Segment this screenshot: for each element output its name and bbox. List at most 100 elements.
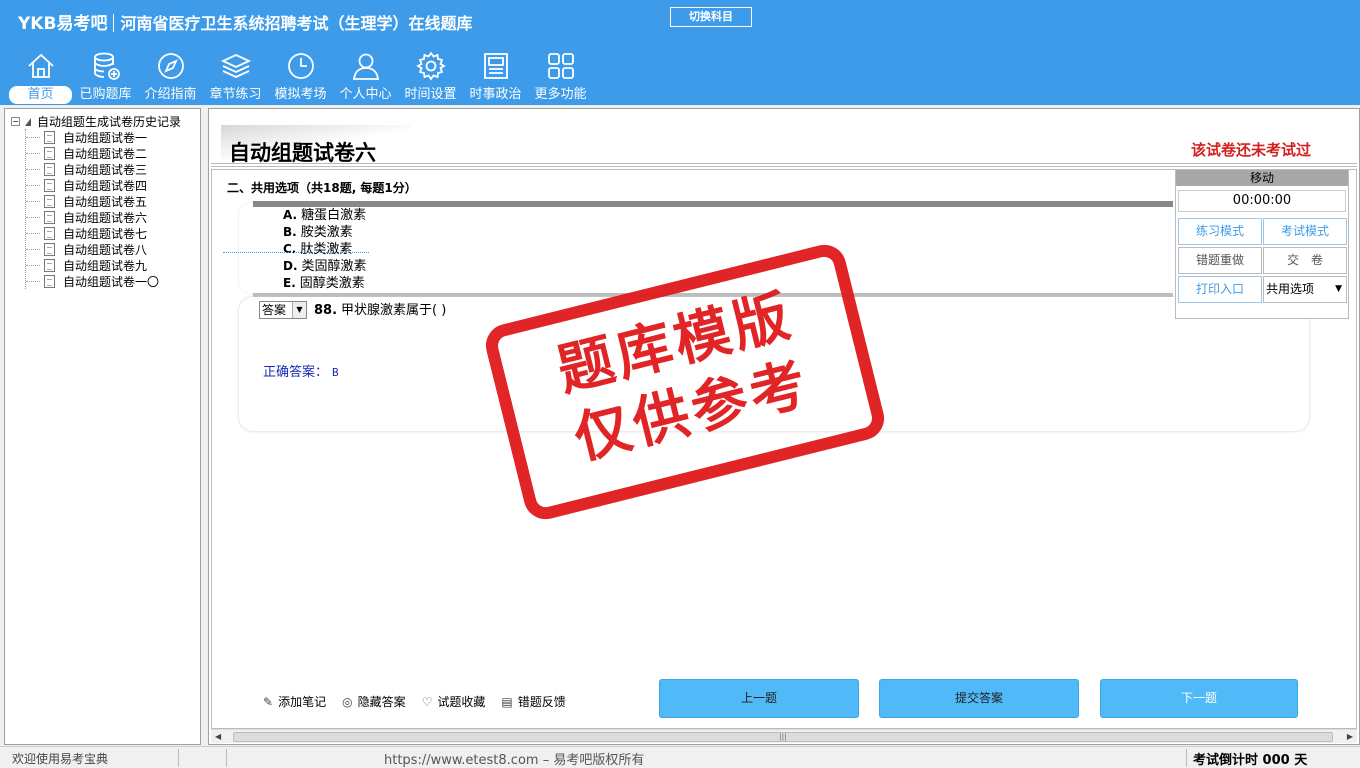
chevron-down-icon: ▼ <box>292 302 306 318</box>
title-divider <box>211 163 1357 167</box>
collapse-icon[interactable]: − <box>11 117 20 126</box>
scrollbar-thumb[interactable]: ||| <box>233 732 1333 742</box>
tree-item-label: 自动组题试卷八 <box>63 242 148 257</box>
tree-item[interactable]: 自动组题试卷三 <box>26 161 159 177</box>
nav-item-more[interactable]: 更多功能 <box>528 48 593 104</box>
tree-arrow-icon <box>25 117 31 126</box>
app-title: 河南省医疗卫生系统招聘考试（生理学）在线题库 <box>120 14 473 33</box>
app-logo: YKB易考吧 <box>18 14 108 34</box>
tool-label: 试题收藏 <box>437 695 486 709</box>
document-icon <box>44 162 55 176</box>
exam-timer: 00:00:00 <box>1178 190 1346 212</box>
document-icon <box>44 274 55 288</box>
tree-root-label: 自动组题生成试卷历史记录 <box>37 115 182 129</box>
tree-item-label: 自动组题试卷二 <box>63 146 148 161</box>
option-item: B. 胺类激素 <box>283 225 353 240</box>
tree-item-label: 自动组题试卷六 <box>63 210 148 225</box>
tool-label: 错题反馈 <box>517 695 566 709</box>
document-icon <box>44 194 55 208</box>
tree-root[interactable]: − 自动组题生成试卷历史记录 <box>11 113 181 130</box>
nav-label: 个人中心 <box>339 87 392 102</box>
correct-answer-label: 正确答案： <box>263 365 329 380</box>
status-separator <box>178 749 179 767</box>
tree-item-selected[interactable]: 自动组题试卷六 <box>26 209 159 225</box>
nav-item-purchased[interactable]: 已购题库 <box>73 48 138 104</box>
question-stem: 甲状腺激素属于( ) <box>341 303 447 318</box>
report-error-button[interactable]: ▤ 错题反馈 <box>501 693 565 710</box>
practice-mode-button[interactable]: 练习模式 <box>1178 218 1262 245</box>
tree-item[interactable]: 自动组题试卷一 <box>26 129 159 145</box>
answer-select-value: 答案 <box>262 303 287 317</box>
tree-item[interactable]: 自动组题试卷四 <box>26 177 159 193</box>
heart-icon: ♡ <box>421 694 433 709</box>
nav-item-chapters[interactable]: 章节练习 <box>203 48 268 104</box>
nav-label: 章节练习 <box>209 87 262 102</box>
nav-label: 时事政治 <box>469 87 522 102</box>
scroll-right-icon[interactable]: ▶ <box>1347 730 1353 744</box>
tree-item[interactable]: 自动组题试卷八 <box>26 241 159 257</box>
favorite-button[interactable]: ♡ 试题收藏 <box>422 693 486 710</box>
document-icon <box>44 146 55 160</box>
home-icon <box>27 53 54 78</box>
tree-item[interactable]: 自动组题试卷五 <box>26 193 159 209</box>
status-bar: 欢迎使用易考宝典 https://www.etest8.com – 易考吧版权所… <box>0 746 1360 768</box>
control-panel-buttons: 练习模式 考试模式 错题重做 交 卷 打印入口 共用选项 ▼ <box>1178 218 1347 303</box>
hide-answer-button[interactable]: ◎ 隐藏答案 <box>342 693 406 710</box>
submit-answer-button[interactable]: 提交答案 <box>879 679 1079 718</box>
tree-item[interactable]: 自动组题试卷二 <box>26 145 159 161</box>
tree-item-label: 自动组题试卷一〇 <box>63 274 160 289</box>
question-type-value: 共用选项 <box>1266 282 1315 296</box>
submit-paper-button[interactable]: 交 卷 <box>1263 247 1347 274</box>
exam-mode-button[interactable]: 考试模式 <box>1263 218 1347 245</box>
question-number: 88. <box>314 303 338 318</box>
tree-item-label: 自动组题试卷五 <box>63 194 148 209</box>
redo-wrong-button[interactable]: 错题重做 <box>1178 247 1262 274</box>
tree-item[interactable]: 自动组题试卷九 <box>26 257 159 273</box>
app-header: YKB易考吧 河南省医疗卫生系统招聘考试（生理学）在线题库 切换科目 首页 已购题… <box>0 0 1360 105</box>
add-note-button[interactable]: ✎ 添加笔记 <box>263 693 326 710</box>
gear-icon <box>415 51 446 81</box>
tree-item-label: 自动组题试卷一 <box>63 130 148 145</box>
panel-divider <box>223 252 369 253</box>
question-type-select[interactable]: 共用选项 ▼ <box>1263 276 1347 303</box>
tree-item-label: 自动组题试卷三 <box>63 162 148 177</box>
nav-item-time-settings[interactable]: 时间设置 <box>398 48 463 104</box>
nav-item-guide[interactable]: 介绍指南 <box>138 48 203 104</box>
next-question-button[interactable]: 下一题 <box>1100 679 1298 718</box>
nav-label: 介绍指南 <box>144 87 197 102</box>
status-separator <box>1186 749 1187 767</box>
pencil-icon: ✎ <box>263 694 274 709</box>
database-icon <box>93 52 120 80</box>
tree-item-label: 自动组题试卷四 <box>63 178 148 193</box>
answer-select[interactable]: 答案 ▼ <box>259 301 307 319</box>
nav-label: 已购题库 <box>79 87 132 102</box>
exam-countdown: 考试倒计时 000 天 <box>1193 753 1308 768</box>
tree-item[interactable]: 自动组题试卷一〇 <box>26 273 159 289</box>
status-separator <box>226 749 227 767</box>
feedback-icon: ▤ <box>501 694 513 709</box>
document-icon <box>44 210 55 224</box>
options-bar <box>253 201 1173 207</box>
grid-icon <box>547 53 574 79</box>
status-welcome: 欢迎使用易考宝典 <box>12 752 109 766</box>
nav-item-mock-exam[interactable]: 模拟考场 <box>268 48 333 104</box>
nav-label: 时间设置 <box>404 87 457 102</box>
tool-label: 添加笔记 <box>278 695 327 709</box>
option-item: A. 糖蛋白激素 <box>283 208 367 223</box>
question-tools: ✎ 添加笔记 ◎ 隐藏答案 ♡ 试题收藏 ▤ 错题反馈 <box>263 693 582 710</box>
control-panel-drag-handle[interactable]: 移动 <box>1176 170 1348 186</box>
print-entry-button[interactable]: 打印入口 <box>1178 276 1262 303</box>
nav-item-profile[interactable]: 个人中心 <box>333 48 398 104</box>
nav-item-politics[interactable]: 时事政治 <box>463 48 528 104</box>
document-icon <box>44 178 55 192</box>
layers-icon <box>220 54 251 78</box>
document-icon <box>44 226 55 240</box>
chevron-down-icon: ▼ <box>1335 284 1342 294</box>
horizontal-scrollbar[interactable]: ◀ ||| ▶ <box>211 729 1357 743</box>
prev-question-button[interactable]: 上一题 <box>659 679 859 718</box>
tree-item[interactable]: 自动组题试卷七 <box>26 225 159 241</box>
scroll-left-icon[interactable]: ◀ <box>215 730 221 744</box>
switch-subject-button[interactable]: 切换科目 <box>670 7 752 27</box>
nav-item-home[interactable]: 首页 <box>8 48 73 104</box>
option-item: E. 固醇类激素 <box>283 276 365 291</box>
